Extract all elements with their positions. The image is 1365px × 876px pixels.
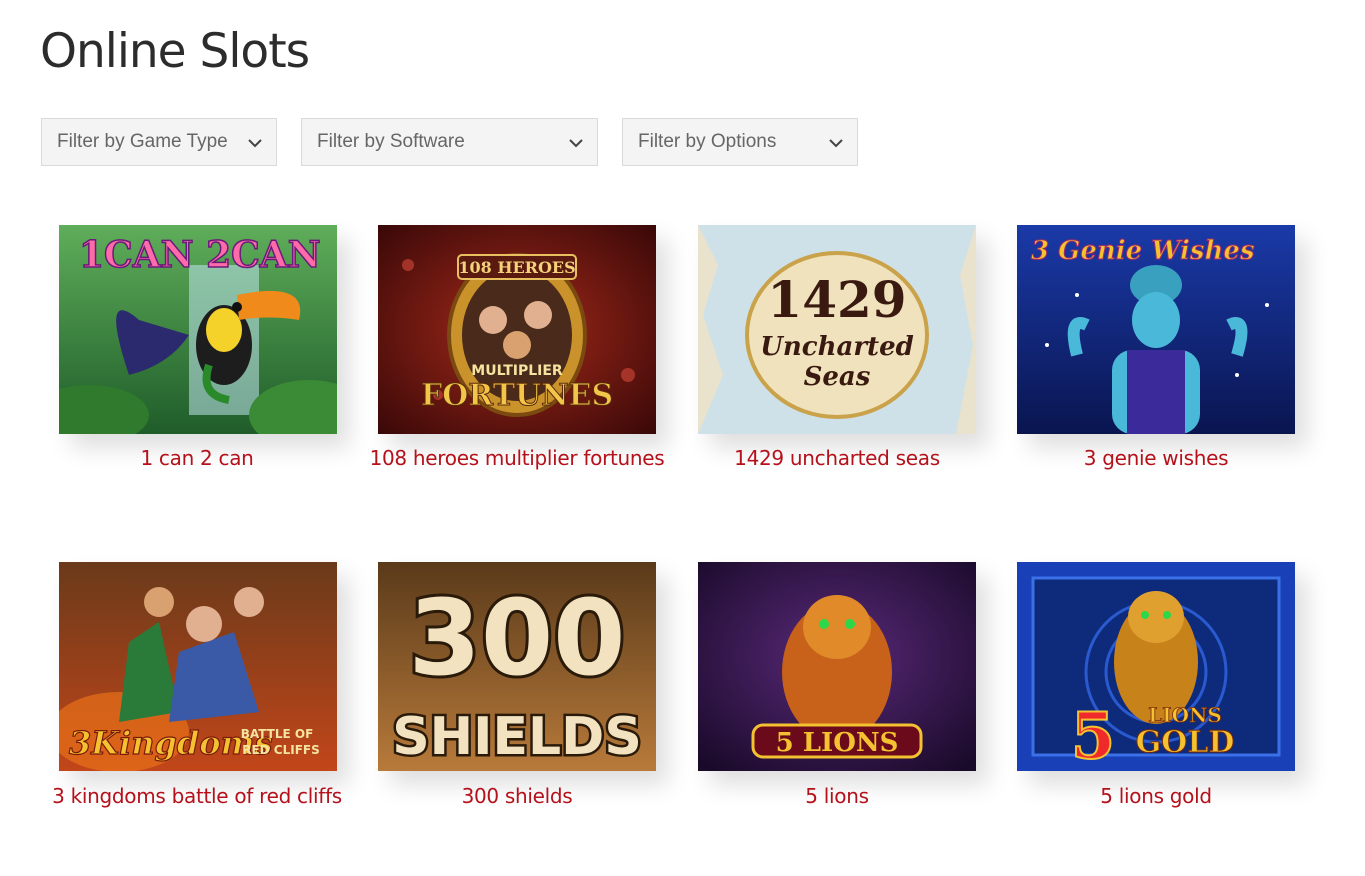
game-title-108-heroes[interactable]: 108 heroes multiplier fortunes: [367, 435, 667, 481]
game-logo-sub2: FORTUNES: [421, 378, 613, 413]
kingdoms-game-art: 3Kingdoms BATTLE OF RED CLIFFS: [59, 562, 337, 771]
game-logo-sub: LIONS: [1148, 703, 1222, 727]
games-grid: 1CAN 2CAN 1 can 2 can 108 HEROES MULTIPL…: [0, 0, 1365, 876]
game-title-1429-uncharted-seas[interactable]: 1429 uncharted seas: [687, 435, 987, 481]
game-thumbnail-3-genie-wishes[interactable]: 3 Genie Wishes: [1017, 225, 1295, 434]
game-title-5-lions-gold[interactable]: 5 lions gold: [1006, 773, 1306, 819]
game-logo-text: 5: [1071, 699, 1116, 771]
lions-gold-game-art: 5 LIONS GOLD: [1017, 562, 1295, 771]
game-thumbnail-1429-uncharted-seas[interactable]: 1429 Uncharted Seas: [698, 225, 976, 434]
game-thumbnail-1-can-2-can[interactable]: 1CAN 2CAN: [59, 225, 337, 434]
game-logo-text: 5 LIONS: [776, 728, 899, 758]
game-logo-text: 1CAN 2CAN: [79, 234, 321, 276]
uncharted-seas-game-art: 1429 Uncharted Seas: [698, 225, 976, 434]
game-thumbnail-5-lions[interactable]: 5 LIONS: [698, 562, 976, 771]
game-logo-text: 300: [408, 577, 625, 699]
game-logo-sub2: Seas: [804, 362, 871, 392]
genie-game-art: 3 Genie Wishes: [1017, 225, 1295, 434]
game-title-1-can-2-can[interactable]: 1 can 2 can: [47, 435, 347, 481]
game-title-3-kingdoms[interactable]: 3 kingdoms battle of red cliffs: [47, 773, 347, 819]
game-logo-sub: BATTLE OF: [241, 727, 314, 741]
game-title-5-lions[interactable]: 5 lions: [687, 773, 987, 819]
game-logo-text: 3 Genie Wishes: [1031, 236, 1255, 266]
game-logo-sub: Uncharted: [760, 332, 914, 362]
game-logo-sub2: GOLD: [1136, 725, 1235, 760]
game-title-300-shields[interactable]: 300 shields: [367, 773, 667, 819]
game-logo-text: 108 HEROES: [458, 258, 575, 277]
game-thumbnail-5-lions-gold[interactable]: 5 LIONS GOLD: [1017, 562, 1295, 771]
game-thumbnail-3-kingdoms[interactable]: 3Kingdoms BATTLE OF RED CLIFFS: [59, 562, 337, 771]
game-logo-sub2: RED CLIFFS: [242, 743, 320, 757]
shields-game-art: 300 SHIELDS: [378, 562, 656, 771]
heroes-game-art: 108 HEROES MULTIPLIER FORTUNES: [378, 225, 656, 434]
lions-game-art: 5 LIONS: [698, 562, 976, 771]
game-logo-sub: SHIELDS: [392, 707, 642, 767]
game-thumbnail-108-heroes[interactable]: 108 HEROES MULTIPLIER FORTUNES: [378, 225, 656, 434]
game-logo-text: 1429: [767, 270, 906, 329]
game-title-3-genie-wishes[interactable]: 3 genie wishes: [1006, 435, 1306, 481]
toucan-game-art: 1CAN 2CAN: [59, 225, 337, 434]
game-thumbnail-300-shields[interactable]: 300 SHIELDS: [378, 562, 656, 771]
game-logo-sub: MULTIPLIER: [471, 363, 563, 379]
